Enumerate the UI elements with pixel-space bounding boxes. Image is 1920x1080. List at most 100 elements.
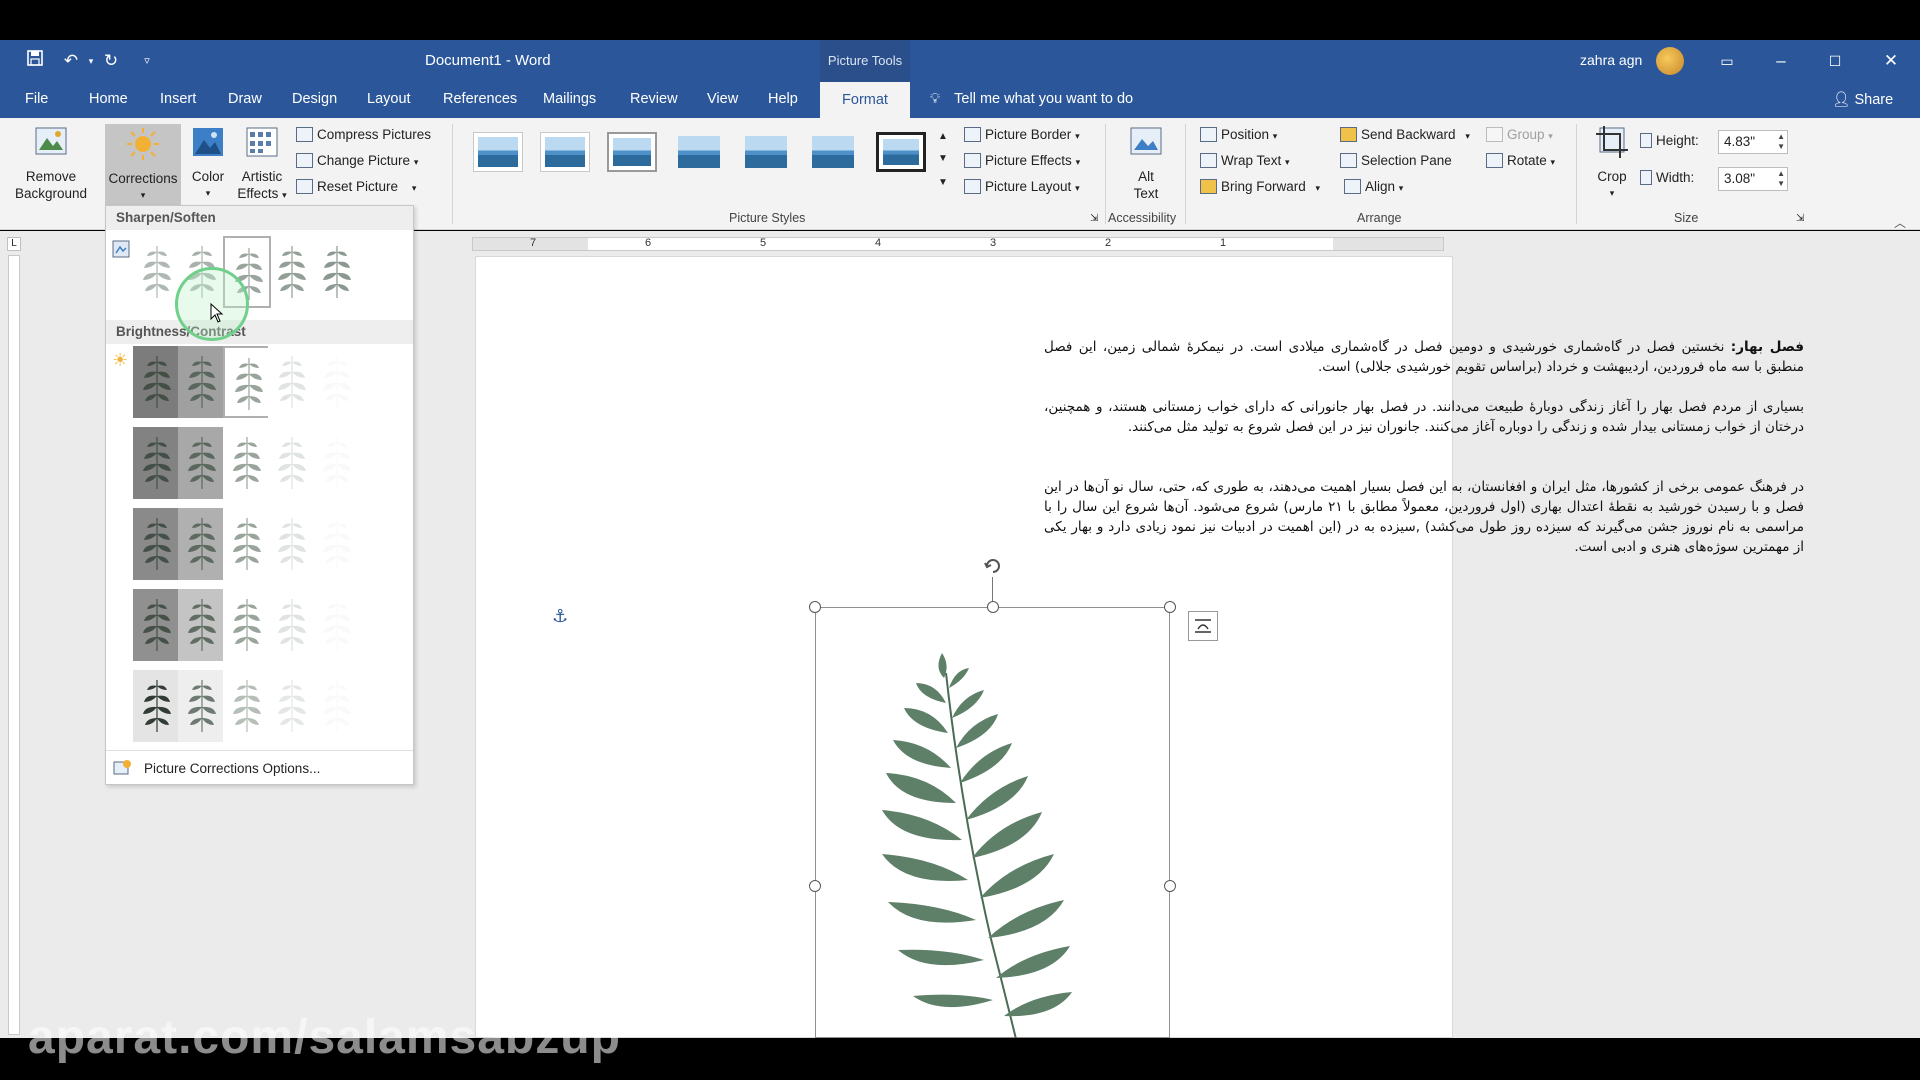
customize-qat-icon[interactable]: ▿ [134,49,160,73]
tab-view[interactable]: View [707,91,738,107]
sharpen-option[interactable] [268,236,316,308]
crop-button[interactable]: Crop ▾ [1590,124,1634,202]
gallery-more-icon[interactable]: ▼ [938,172,948,194]
resize-handle-top-right[interactable] [1164,601,1176,613]
rotate-button[interactable]: Rotate ▾ [1486,150,1555,172]
picture-style-7[interactable] [876,132,926,172]
wrap-text-button[interactable]: Wrap Text ▾ [1200,150,1290,172]
change-picture-button[interactable]: Change Picture ▾ [296,150,418,172]
group-button[interactable]: Group ▾ [1486,124,1553,146]
brightness-contrast-option[interactable] [268,508,316,580]
send-backward-button[interactable]: Send Backward ▾ [1340,124,1470,146]
maximize-icon[interactable]: ☐ [1820,48,1850,74]
brightness-contrast-option[interactable] [223,427,271,499]
paragraph-2[interactable]: بسیاری از مردم فصل بهار را آغاز زندگی دو… [1044,397,1804,437]
size-dialog-launcher-icon[interactable]: ⇲ [1796,208,1804,230]
tab-mailings[interactable]: Mailings [543,91,596,107]
close-icon[interactable]: ✕ [1876,48,1906,74]
brightness-contrast-option[interactable] [178,589,226,661]
vertical-ruler[interactable] [8,255,20,1035]
brightness-contrast-option[interactable] [313,589,361,661]
brightness-contrast-option[interactable] [178,670,226,742]
alt-text-button[interactable]: Alt Text [1120,124,1172,202]
selection-pane-button[interactable]: Selection Pane [1340,150,1452,172]
tab-home[interactable]: Home [89,91,128,107]
save-icon[interactable] [22,49,48,73]
picture-corrections-options-item[interactable]: Picture Corrections Options... [106,754,413,782]
selected-picture[interactable] [815,607,1170,1040]
tab-references[interactable]: References [443,91,517,107]
bring-forward-button[interactable]: Bring Forward ▾ [1200,176,1320,198]
paragraph-3[interactable]: در فرهنگ عمومی برخی از کشورها، مثل ایران… [1044,477,1804,557]
avatar[interactable] [1656,47,1684,75]
sharpen-option[interactable] [313,236,361,308]
gallery-scroll-up-icon[interactable]: ▲ [938,126,948,148]
brightness-contrast-option[interactable] [313,508,361,580]
align-button[interactable]: Align ▾ [1344,176,1403,198]
picture-border-button[interactable]: Picture Border ▾ [964,124,1080,146]
tab-layout[interactable]: Layout [367,91,411,107]
brightness-contrast-option[interactable] [178,508,226,580]
user-name[interactable]: zahra agn [1580,52,1642,68]
picture-layout-button[interactable]: Picture Layout ▾ [964,176,1080,198]
picture-style-2[interactable] [540,132,590,172]
width-spinner-icon[interactable]: ▲ ▼ [1777,169,1785,189]
brightness-contrast-option[interactable] [313,346,361,418]
resize-handle-top-left[interactable] [809,601,821,613]
horizontal-ruler[interactable]: 7 6 5 4 3 2 1 [472,237,1444,251]
tab-review[interactable]: Review [630,91,678,107]
brightness-contrast-option[interactable] [223,670,271,742]
resize-handle-right[interactable] [1164,880,1176,892]
picture-style-1[interactable] [473,132,523,172]
paragraph-1[interactable]: فصل بهار: نخستین فصل در گاه‌شماری خورشید… [1044,337,1804,377]
brightness-contrast-option[interactable] [133,670,181,742]
compress-pictures-button[interactable]: Compress Pictures [296,124,431,146]
brightness-contrast-option[interactable] [223,589,271,661]
picture-style-5[interactable] [741,132,791,172]
width-input[interactable]: 3.08" ▲ ▼ [1718,167,1788,191]
picture-style-3[interactable] [607,132,657,172]
artistic-effects-button[interactable]: Artistic Effects ▾ [236,124,288,204]
share-button[interactable]: 👤︎ Share [1832,91,1893,108]
brightness-contrast-option[interactable] [178,346,226,418]
brightness-contrast-option[interactable] [313,670,361,742]
tab-design[interactable]: Design [292,91,337,107]
resize-handle-left[interactable] [809,880,821,892]
resize-handle-top[interactable] [987,601,999,613]
brightness-contrast-option[interactable] [268,670,316,742]
color-button[interactable]: Color ▾ [186,124,230,202]
ribbon-display-options-icon[interactable]: ▭ [1712,48,1742,74]
picture-style-4[interactable] [674,132,724,172]
brightness-contrast-option[interactable] [223,508,271,580]
tab-insert[interactable]: Insert [160,91,196,107]
height-input[interactable]: 4.83" ▲ ▼ [1718,130,1788,154]
dialog-launcher-icon[interactable]: ⇲ [1090,208,1098,230]
layout-options-button[interactable] [1188,611,1218,641]
reset-picture-button[interactable]: Reset Picture ▾ [296,176,416,198]
brightness-contrast-option[interactable] [268,427,316,499]
tab-file[interactable]: File [25,91,48,107]
brightness-contrast-option[interactable] [223,346,271,418]
redo-icon[interactable]: ↻ [98,49,124,73]
tab-format[interactable]: Format [820,82,910,118]
brightness-contrast-option[interactable] [268,589,316,661]
brightness-contrast-option[interactable] [133,346,181,418]
tab-help[interactable]: Help [768,91,798,107]
tab-selector-icon[interactable]: L [7,237,21,251]
minimize-icon[interactable]: – [1766,48,1796,74]
tell-me-search[interactable]: 💡︎ Tell me what you want to do [930,91,1133,107]
sharpen-option[interactable] [133,236,181,308]
remove-background-button[interactable]: Remove Background [10,124,92,202]
height-spinner-icon[interactable]: ▲ ▼ [1777,132,1785,152]
collapse-ribbon-icon[interactable]: ︿ [1894,214,1906,231]
brightness-contrast-option[interactable] [133,427,181,499]
rotate-handle-icon[interactable] [982,555,1004,577]
brightness-contrast-option[interactable] [178,427,226,499]
brightness-contrast-option[interactable] [313,427,361,499]
gallery-scroll-down-icon[interactable]: ▼ [938,148,948,170]
brightness-contrast-option[interactable] [133,508,181,580]
brightness-contrast-option[interactable] [133,589,181,661]
tab-draw[interactable]: Draw [228,91,262,107]
picture-effects-button[interactable]: Picture Effects ▾ [964,150,1080,172]
picture-style-6[interactable] [808,132,858,172]
